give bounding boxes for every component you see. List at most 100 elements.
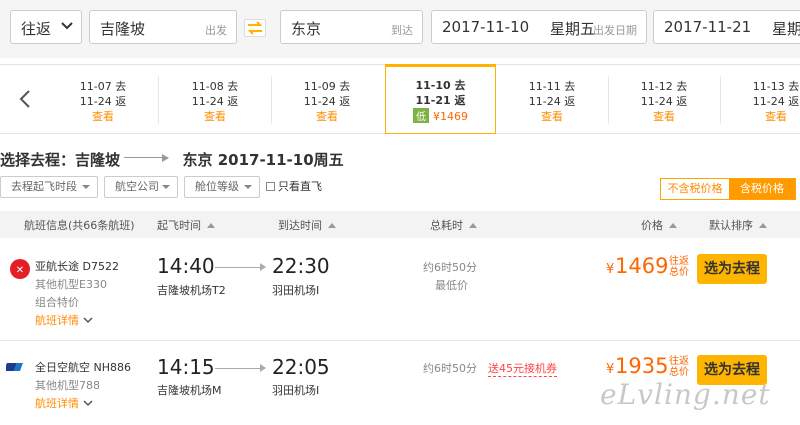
price-tag-line: 总价 [669,367,689,378]
select-outbound-button[interactable]: 选为去程 [697,254,767,284]
sort-up-icon [328,223,336,228]
currency-symbol: ¥ [606,262,615,277]
column-depart-time[interactable]: 起飞时间 [157,217,215,233]
filter-label: 去程起飞时段 [11,180,77,193]
direct-only-checkbox[interactable] [266,182,275,191]
price-tag-line: 总价 [669,267,689,278]
cabin-class-filter[interactable]: 舱位等级 [184,176,260,198]
from-city-field[interactable]: 吉隆坡 出发 [89,10,237,44]
date-go: 11-08 去 [191,80,239,93]
flight-row [0,238,800,338]
date-return: 11-24 返 [191,95,239,108]
depart-date-value: 2017-11-10 [442,18,530,36]
column-duration[interactable]: 总耗时 [430,217,477,233]
departure-time-filter[interactable]: 去程起飞时段 [0,176,98,198]
airport-pickup-promo[interactable]: 送45元接机券 [488,360,557,377]
combo-fare-label: 组合特价 [35,296,79,309]
sort-up-icon [669,223,677,228]
column-label: 总耗时 [430,219,463,232]
date-price: ¥1469 [433,110,468,123]
sort-up-icon [207,223,215,228]
trip-type-value: 往返 [21,20,52,38]
flight-arrow [215,368,265,369]
details-label: 航班详情 [35,314,79,327]
date-go: 11-09 去 [303,80,351,93]
include-tax-option[interactable]: 含税价格 [729,179,795,199]
date-option[interactable]: 11-13 去 11-24 返 查看 [721,66,800,132]
view-link[interactable]: 查看 [497,108,607,124]
exclude-tax-option[interactable]: 不含税价格 [661,179,729,199]
ana-logo-icon [6,363,23,371]
to-city-label: 到达 [391,24,413,37]
depart-date-label: 出发日期 [593,24,637,37]
arrive-time: 22:05 [272,355,330,379]
chevron-down-icon [61,22,73,30]
column-label: 价格 [641,219,663,232]
caret-down-icon [244,185,252,189]
from-city-label: 出发 [205,24,227,37]
date-go: 11-13 去 [752,80,800,93]
to-city-field[interactable]: 东京 到达 [280,10,423,44]
flight-price: 1469 [615,254,669,278]
date-return: 11-21 返 [415,94,466,107]
column-label: 起飞时间 [157,219,201,232]
column-label: 到达时间 [278,219,322,232]
date-go: 11-12 去 [640,80,688,93]
return-weekday: 星期 [772,20,800,38]
route-arrow-head [162,154,169,162]
swap-cities-button[interactable] [244,19,266,37]
date-option[interactable]: 11-11 去 11-24 返 查看 [497,66,607,132]
date-option[interactable]: 11-09 去 11-24 返 查看 [272,66,382,132]
sort-up-icon [759,223,767,228]
divider [158,76,159,124]
depart-time: 14:15 [157,355,215,379]
price-tag-line: 往返 [669,256,689,267]
flight-arrow-head [260,364,266,372]
aircraft-type: 其他机型788 [35,379,100,392]
flight-details-link[interactable]: 航班详情 [35,312,93,328]
flight-details-link[interactable]: 航班详情 [35,395,93,411]
view-link[interactable]: 查看 [721,108,800,124]
date-option-selected[interactable]: 11-10 去 11-21 返 低 ¥1469 [385,64,496,134]
date-option[interactable]: 11-08 去 11-24 返 查看 [160,66,270,132]
column-price[interactable]: 价格 [641,217,677,233]
airline-filter[interactable]: 航空公司 [104,176,178,198]
swap-icon [247,21,263,35]
flight-arrow [215,267,265,268]
view-link[interactable]: 查看 [609,108,719,124]
flight-duration: 约6时50分 [423,362,477,375]
title-destination: 东京 2017-11-10周五 [182,151,344,169]
view-link[interactable]: 查看 [160,108,270,124]
column-sort[interactable]: 默认排序 [709,217,767,233]
depart-date-field[interactable]: 2017-11-10 星期五 出发日期 [431,10,647,44]
arrive-airport: 羽田机场I [272,384,320,397]
direct-only-label[interactable]: 只看直飞 [278,178,322,194]
date-return: 11-24 返 [752,95,800,108]
airline-name: 全日空航空 NH886 [35,361,131,374]
date-return: 11-24 返 [303,95,351,108]
aircraft-type: 其他机型E330 [35,278,107,291]
from-city-value: 吉隆坡 [100,20,146,38]
date-return: 11-24 返 [640,95,688,108]
prev-dates-button[interactable] [0,64,50,134]
details-label: 航班详情 [35,397,79,410]
price-tag: 往返 总价 [669,256,691,278]
view-link[interactable]: 查看 [272,108,382,124]
date-option[interactable]: 11-07 去 11-24 返 查看 [48,66,158,132]
return-date-value: 2017-11-21 [664,18,752,36]
sort-up-icon [469,223,477,228]
column-flight-info: 航班信息(共66条航班) [24,219,135,232]
return-date-field[interactable]: 2017-11-21 星期 [653,10,800,44]
view-link[interactable]: 查看 [48,108,158,124]
column-arrive-time[interactable]: 到达时间 [278,217,336,233]
lowest-price-badge: 低 [413,108,429,123]
date-option[interactable]: 11-12 去 11-24 返 查看 [609,66,719,132]
page-title: 选择去程：吉隆坡 东京 2017-11-10周五 [0,149,344,170]
chevron-left-icon [19,90,30,108]
filter-label: 航空公司 [115,180,159,193]
date-return: 11-24 返 [528,95,576,108]
flight-price: 1935 [615,354,669,378]
filter-label: 舱位等级 [195,180,239,193]
date-go: 11-10 去 [415,79,466,92]
trip-type-select[interactable]: 往返 [10,10,82,44]
